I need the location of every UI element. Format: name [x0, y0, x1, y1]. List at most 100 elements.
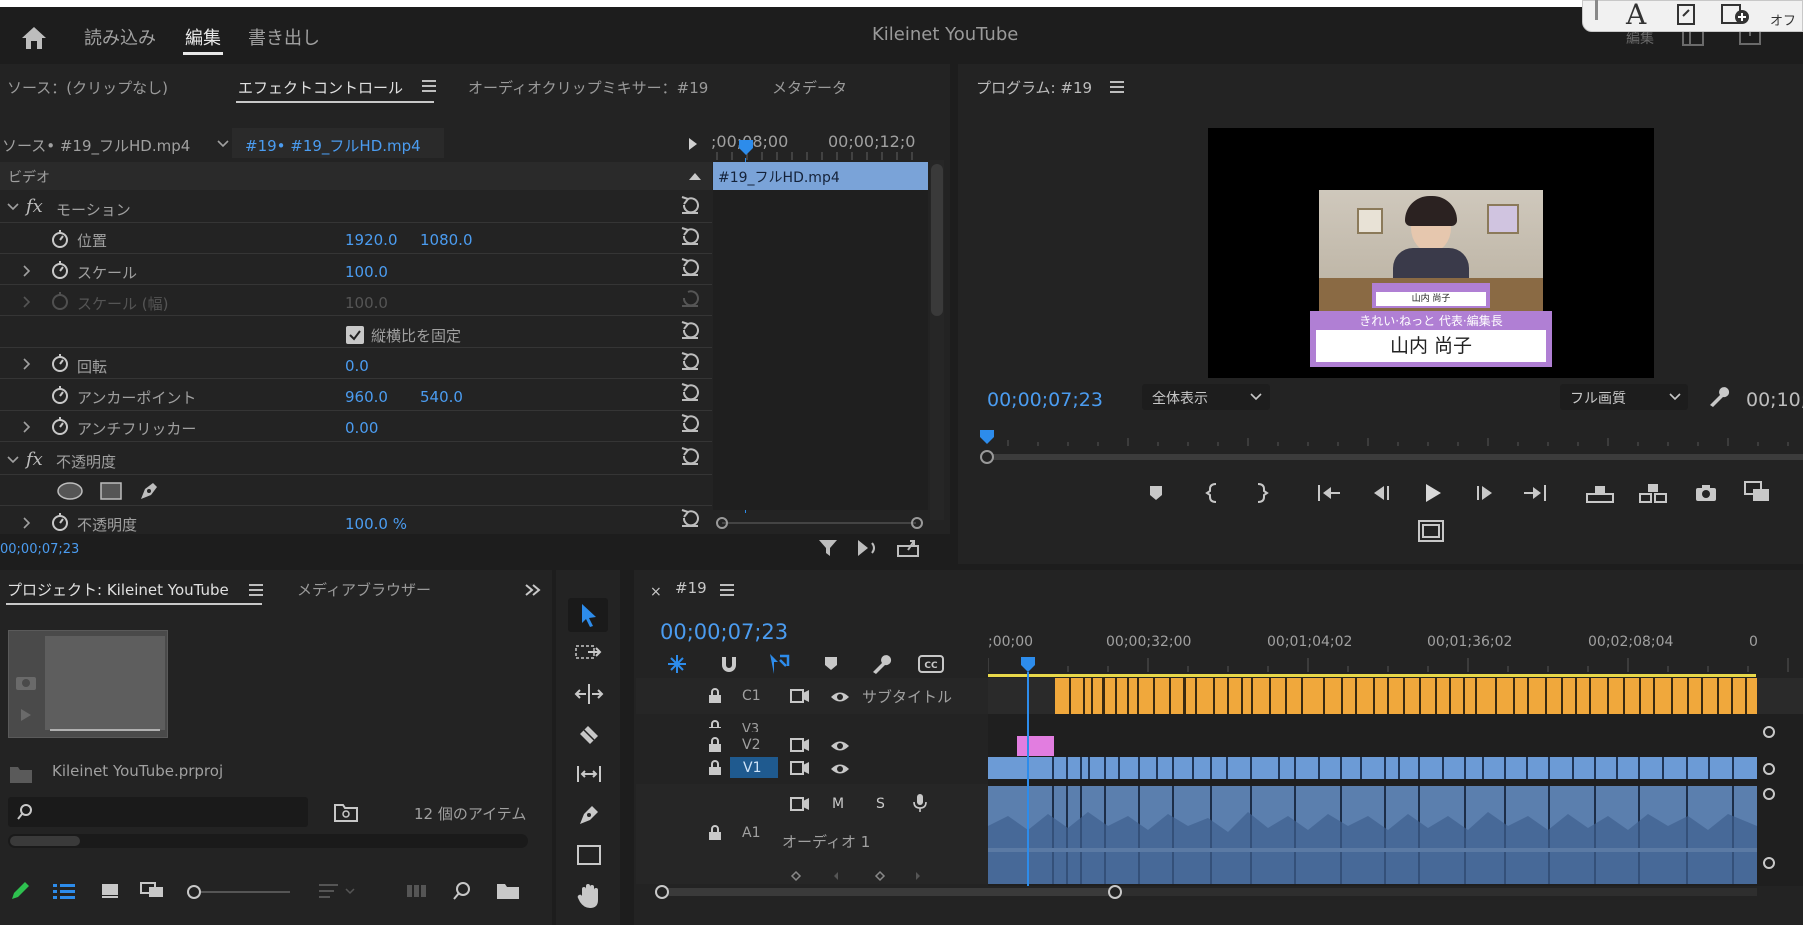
tab-project[interactable]: プロジェクト: Kileinet YouTube — [7, 579, 229, 600]
stopwatch-icon[interactable] — [51, 385, 69, 405]
stopwatch-icon[interactable] — [51, 229, 69, 249]
reset-scale-icon[interactable] — [679, 257, 701, 277]
filter-icon[interactable] — [818, 538, 840, 558]
sync-lock-icon[interactable] — [790, 797, 810, 811]
keyframe-nav-icon[interactable] — [790, 870, 920, 884]
tab-metadata[interactable]: メタデータ — [772, 77, 847, 98]
effect-timecode[interactable]: 00;00;07;23 — [0, 542, 79, 557]
chevron-down-icon[interactable] — [1668, 392, 1682, 402]
reset-opacity-icon[interactable] — [679, 508, 701, 528]
selection-tool-icon[interactable] — [568, 598, 608, 632]
sequence-tab[interactable]: #19 — [675, 579, 707, 597]
program-scrollbar[interactable] — [978, 450, 1803, 464]
a1-audio-clips[interactable] — [988, 786, 1757, 884]
close-sequence-icon[interactable]: × — [650, 584, 662, 600]
wrench-icon[interactable] — [1707, 384, 1731, 408]
program-timecode[interactable]: 00;00;07;23 — [987, 389, 1103, 411]
safe-margins-icon[interactable] — [1418, 520, 1444, 542]
project-search-input[interactable] — [38, 800, 298, 824]
eye-icon[interactable] — [830, 762, 850, 776]
track-v1-label[interactable]: V1 — [743, 760, 761, 776]
timeline-timecode[interactable]: 00;00;07;23 — [660, 620, 788, 644]
step-back-icon[interactable] — [1370, 483, 1392, 503]
track-scroll-handle[interactable] — [1761, 786, 1777, 802]
reset-antiflicker-icon[interactable] — [679, 413, 701, 433]
camera-icon[interactable] — [1695, 484, 1717, 502]
reset-rotation-icon[interactable] — [679, 351, 701, 371]
more-panels-icon[interactable] — [524, 583, 542, 597]
extract-icon[interactable] — [1638, 482, 1668, 504]
program-menu-icon[interactable] — [1110, 81, 1124, 93]
play-triangle-icon[interactable] — [688, 137, 698, 151]
mini-vscroll-thumb[interactable] — [931, 164, 943, 316]
sync-lock-icon[interactable] — [790, 761, 810, 775]
lock-icon[interactable] — [708, 825, 722, 841]
reset-position-icon[interactable] — [679, 226, 701, 246]
lift-icon[interactable] — [1585, 482, 1615, 504]
mini-hscroll[interactable] — [714, 516, 924, 530]
sync-lock-icon[interactable] — [790, 689, 810, 703]
step-forward-icon[interactable] — [1474, 483, 1496, 503]
tab-media-browser[interactable]: メディアブラウザー — [297, 579, 431, 600]
add-media-icon[interactable] — [1675, 2, 1699, 26]
opacity-expand-icon[interactable] — [6, 455, 20, 465]
tab-export[interactable]: 書き出し — [248, 24, 320, 50]
mini-playhead-icon[interactable] — [737, 138, 755, 158]
antiflicker-value[interactable]: 0.00 — [345, 419, 378, 437]
anchor-y-value[interactable]: 540.0 — [420, 388, 463, 406]
work-area-bar[interactable] — [988, 674, 1756, 677]
list-view-icon[interactable] — [52, 883, 76, 899]
rotation-value[interactable]: 0.0 — [345, 357, 369, 375]
stopwatch-icon[interactable] — [51, 260, 69, 280]
find-folder-icon[interactable] — [334, 802, 358, 822]
antiflicker-expand-icon[interactable] — [22, 420, 32, 434]
scale-value[interactable]: 100.0 — [345, 263, 388, 281]
pen-mask-icon[interactable] — [137, 479, 161, 503]
eye-icon[interactable] — [830, 739, 850, 753]
timeline-ruler-ticks[interactable] — [988, 654, 1803, 672]
text-tool-icon[interactable]: A — [1626, 0, 1646, 31]
new-bin-icon[interactable] — [496, 882, 520, 900]
hand-tool-icon[interactable] — [576, 882, 602, 910]
project-hscroll-thumb[interactable] — [10, 836, 80, 846]
go-to-in-icon[interactable] — [1316, 483, 1342, 503]
rotation-expand-icon[interactable] — [22, 357, 32, 371]
track-select-tool-icon[interactable] — [574, 642, 604, 666]
track-scroll-handle[interactable] — [1761, 724, 1777, 740]
program-playhead-icon[interactable] — [978, 428, 996, 446]
lock-icon[interactable] — [708, 760, 722, 776]
palette-grip-icon[interactable] — [1595, 0, 1598, 20]
motion-expand-icon[interactable] — [6, 202, 20, 212]
pencil-icon[interactable] — [9, 880, 31, 902]
rectangle-mask-icon[interactable] — [99, 481, 123, 501]
reset-anchor-icon[interactable] — [679, 382, 701, 402]
export-clip-icon[interactable] — [896, 538, 920, 558]
rectangle-tool-icon[interactable] — [576, 844, 602, 866]
sync-lock-icon[interactable] — [790, 738, 810, 752]
lock-ratio-checkbox[interactable] — [346, 326, 364, 344]
track-scroll-handle[interactable] — [1761, 855, 1777, 871]
track-v2-label[interactable]: V2 — [742, 737, 760, 753]
go-to-out-icon[interactable] — [1522, 483, 1548, 503]
icon-view-icon[interactable] — [100, 883, 120, 899]
track-c1-label[interactable]: C1 — [742, 688, 761, 704]
track-a1-label[interactable]: A1 — [742, 825, 760, 841]
tab-import[interactable]: 読み込み — [84, 24, 156, 50]
add-marker-icon[interactable] — [824, 656, 838, 672]
slip-tool-icon[interactable] — [574, 762, 604, 786]
tab-effect-controls[interactable]: エフェクトコントロール — [238, 77, 403, 98]
timeline-hscroll[interactable] — [652, 883, 1762, 901]
chevron-down-icon[interactable] — [1249, 392, 1263, 402]
lock-icon[interactable] — [708, 720, 722, 728]
reset-opacity-section-icon[interactable] — [679, 446, 701, 466]
collapse-up-icon[interactable] — [688, 171, 702, 181]
solo-button[interactable]: S — [876, 796, 885, 812]
sequence-clip-label[interactable]: #19• #19_フルHD.mp4 — [245, 135, 421, 156]
chevron-down-icon[interactable] — [216, 139, 230, 149]
razor-tool-icon[interactable] — [576, 722, 602, 746]
source-clip-label[interactable]: ソース• #19_フルHD.mp4 — [2, 135, 190, 156]
v1-video-clips[interactable] — [988, 757, 1757, 779]
stopwatch-icon[interactable] — [51, 512, 69, 532]
mark-out-icon[interactable] — [1253, 482, 1269, 504]
snap-icon[interactable] — [718, 653, 740, 675]
